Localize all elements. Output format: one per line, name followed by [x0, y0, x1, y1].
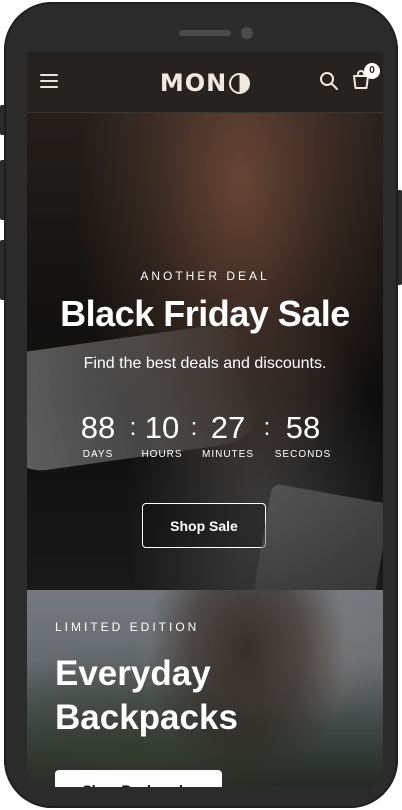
hamburger-bar: [40, 80, 58, 82]
cart-count-badge: 0: [364, 63, 380, 79]
countdown-days-label: DAYS: [82, 449, 114, 460]
countdown-seconds: 58 SECONDS: [268, 410, 338, 460]
countdown-hours-value: 10: [144, 410, 180, 445]
brand-logo-half-o-icon: [229, 72, 251, 94]
phone-speaker: [179, 30, 231, 36]
search-icon[interactable]: [319, 71, 339, 91]
hero-title: Everyday Backpacks: [55, 652, 315, 740]
shop-backpacks-button[interactable]: Shop Backpacks: [55, 770, 222, 787]
phone-front-camera: [241, 27, 253, 39]
countdown-seconds-label: SECONDS: [274, 449, 332, 460]
hero-eyebrow: ANOTHER DEAL: [140, 269, 270, 283]
countdown-minutes-label: MINUTES: [202, 449, 254, 460]
countdown-minutes-value: 27: [210, 410, 246, 445]
search-icon-svg: [320, 72, 338, 90]
hero-title-line: Everyday: [55, 654, 211, 693]
hero-eyebrow: LIMITED EDITION: [55, 620, 200, 634]
hero-title: Black Friday Sale: [60, 293, 350, 334]
countdown-hours-label: HOURS: [141, 449, 183, 460]
countdown-hours: 10 HOURS: [127, 410, 197, 460]
countdown-seconds-value: 58: [285, 410, 321, 445]
hero-subtitle: Find the best deals and discounts.: [83, 355, 327, 372]
hamburger-menu-icon[interactable]: [40, 74, 58, 88]
brand-logo-text: MON: [159, 69, 228, 97]
everyday-backpacks-hero: LIMITED EDITION Everyday Backpacks Shop …: [27, 590, 383, 787]
countdown-timer: 88 DAYS : 10 HOURS : 27 MINUTES : 58 SEC…: [27, 410, 383, 462]
phone-screen: MON 0 ANOTHER DEAL Black Friday Sale Fin…: [27, 52, 383, 787]
hero-title-line: Backpacks: [55, 698, 238, 737]
brand-logo[interactable]: MON: [157, 67, 253, 99]
countdown-days: 88 DAYS: [63, 410, 133, 460]
hamburger-bar: [40, 74, 58, 76]
shop-sale-button[interactable]: Shop Sale: [142, 503, 266, 548]
phone-body: MON 0 ANOTHER DEAL Black Friday Sale Fin…: [4, 2, 398, 808]
hamburger-bar: [40, 86, 58, 88]
black-friday-hero: ANOTHER DEAL Black Friday Sale Find the …: [27, 113, 383, 590]
countdown-days-value: 88: [80, 410, 116, 445]
countdown-minutes: 27 MINUTES: [193, 410, 263, 460]
site-header: MON 0: [27, 52, 383, 113]
phone-mockup: MON 0 ANOTHER DEAL Black Friday Sale Fin…: [0, 0, 402, 810]
